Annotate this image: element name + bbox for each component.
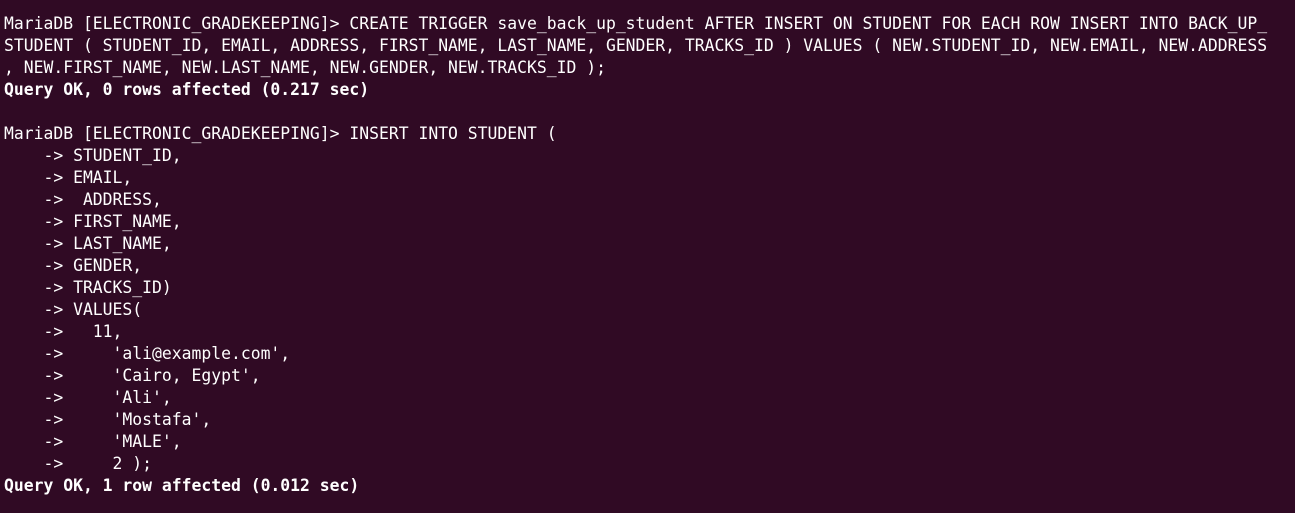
- terminal-output[interactable]: MariaDB [ELECTRONIC_GRADEKEEPING]> CREAT…: [0, 0, 1295, 513]
- terminal-line: -> FIRST_NAME,: [4, 212, 182, 231]
- terminal-line: -> 'Ali',: [4, 388, 172, 407]
- terminal-line: -> 2 );: [4, 454, 153, 473]
- query-result-line: Query OK, 1 row affected (0.012 sec): [4, 476, 360, 495]
- terminal-line: MariaDB [ELECTRONIC_GRADEKEEPING]> CREAT…: [4, 14, 1268, 33]
- terminal-line: -> 11,: [4, 322, 123, 341]
- query-result-line: Query OK, 0 rows affected (0.217 sec): [4, 80, 370, 99]
- terminal-line: -> 'Cairo, Egypt',: [4, 366, 261, 385]
- terminal-line: -> 'MALE',: [4, 432, 182, 451]
- terminal-line: -> 'Mostafa',: [4, 410, 212, 429]
- terminal-line: -> EMAIL,: [4, 168, 133, 187]
- terminal-line: -> TRACKS_ID): [4, 278, 172, 297]
- terminal-line: -> LAST_NAME,: [4, 234, 172, 253]
- terminal-line: -> ADDRESS,: [4, 190, 162, 209]
- terminal-line: , NEW.FIRST_NAME, NEW.LAST_NAME, NEW.GEN…: [4, 58, 606, 77]
- terminal-line: -> VALUES(: [4, 300, 143, 319]
- terminal-line: -> GENDER,: [4, 256, 143, 275]
- terminal-line: -> STUDENT_ID,: [4, 146, 182, 165]
- terminal-line: -> 'ali@example.com',: [4, 344, 291, 363]
- terminal-line: STUDENT ( STUDENT_ID, EMAIL, ADDRESS, FI…: [4, 36, 1268, 55]
- terminal-line: MariaDB [ELECTRONIC_GRADEKEEPING]> INSER…: [4, 124, 557, 143]
